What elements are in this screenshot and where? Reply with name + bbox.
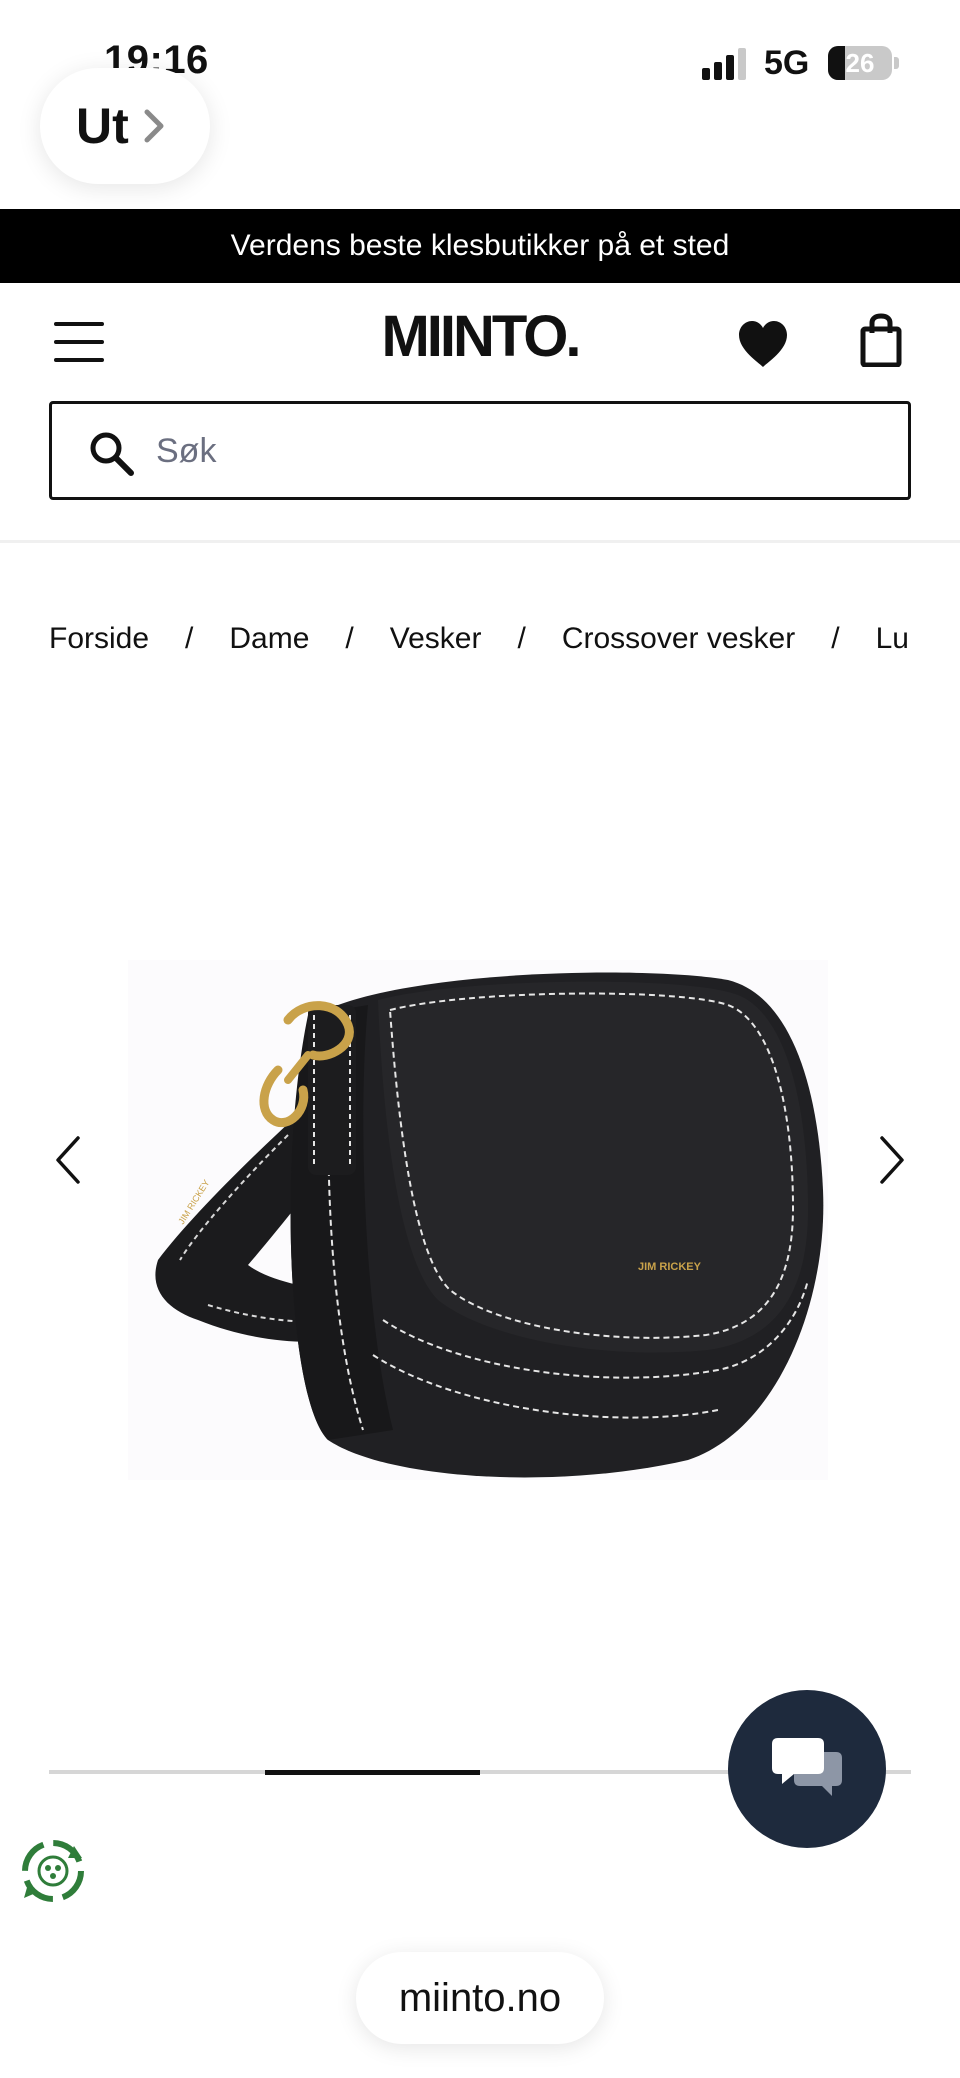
back-to-app-button[interactable]: Ut bbox=[40, 68, 210, 184]
site-header: MIINTO. bbox=[0, 283, 960, 401]
product-gallery: JIM RICKEY JIM RICKEY bbox=[0, 700, 960, 1760]
breadcrumb-item-dame[interactable]: Dame bbox=[229, 622, 309, 656]
product-image-handbag[interactable]: JIM RICKEY JIM RICKEY bbox=[128, 960, 828, 1480]
breadcrumb-item-current[interactable]: Lu bbox=[876, 622, 909, 656]
search-icon bbox=[90, 432, 134, 476]
heart-icon[interactable] bbox=[736, 319, 790, 369]
search-box[interactable] bbox=[49, 401, 911, 500]
chevron-right-icon[interactable] bbox=[876, 1134, 906, 1186]
breadcrumb-item-vesker[interactable]: Vesker bbox=[390, 622, 482, 656]
chat-icon bbox=[772, 1738, 842, 1796]
breadcrumb-separator: / bbox=[517, 622, 526, 655]
eco-badge-icon[interactable] bbox=[18, 1836, 88, 1906]
breadcrumb-separator: / bbox=[831, 622, 840, 655]
battery-icon: 26 bbox=[828, 46, 900, 80]
signal-icon bbox=[702, 48, 746, 80]
network-type: 5G bbox=[764, 44, 810, 82]
breadcrumb-separator: / bbox=[345, 622, 354, 655]
back-label: Ut bbox=[76, 98, 129, 154]
chat-button[interactable] bbox=[728, 1690, 886, 1848]
breadcrumb-separator: / bbox=[185, 622, 194, 655]
breadcrumb-item-forside[interactable]: Forside bbox=[49, 622, 149, 656]
search-input[interactable] bbox=[156, 420, 876, 482]
chevron-right-icon bbox=[144, 109, 164, 143]
promo-banner[interactable]: Verdens beste klesbutikker på et sted bbox=[0, 209, 960, 283]
breadcrumb-item-crossover-vesker[interactable]: Crossover vesker bbox=[562, 622, 795, 656]
chevron-left-icon[interactable] bbox=[54, 1134, 84, 1186]
bag-icon[interactable] bbox=[860, 313, 902, 367]
site-logo[interactable]: MIINTO. bbox=[380, 307, 581, 367]
gallery-progress-indicator bbox=[264, 1770, 480, 1775]
battery-level: 26 bbox=[845, 48, 875, 78]
product-brand-mark: JIM RICKEY bbox=[638, 1261, 702, 1273]
header-divider bbox=[0, 540, 960, 543]
menu-icon[interactable] bbox=[54, 320, 104, 364]
breadcrumb: Forside / Dame / Vesker / Crossover vesk… bbox=[49, 614, 911, 664]
browser-url-bar[interactable]: miinto.no bbox=[356, 1952, 604, 2044]
